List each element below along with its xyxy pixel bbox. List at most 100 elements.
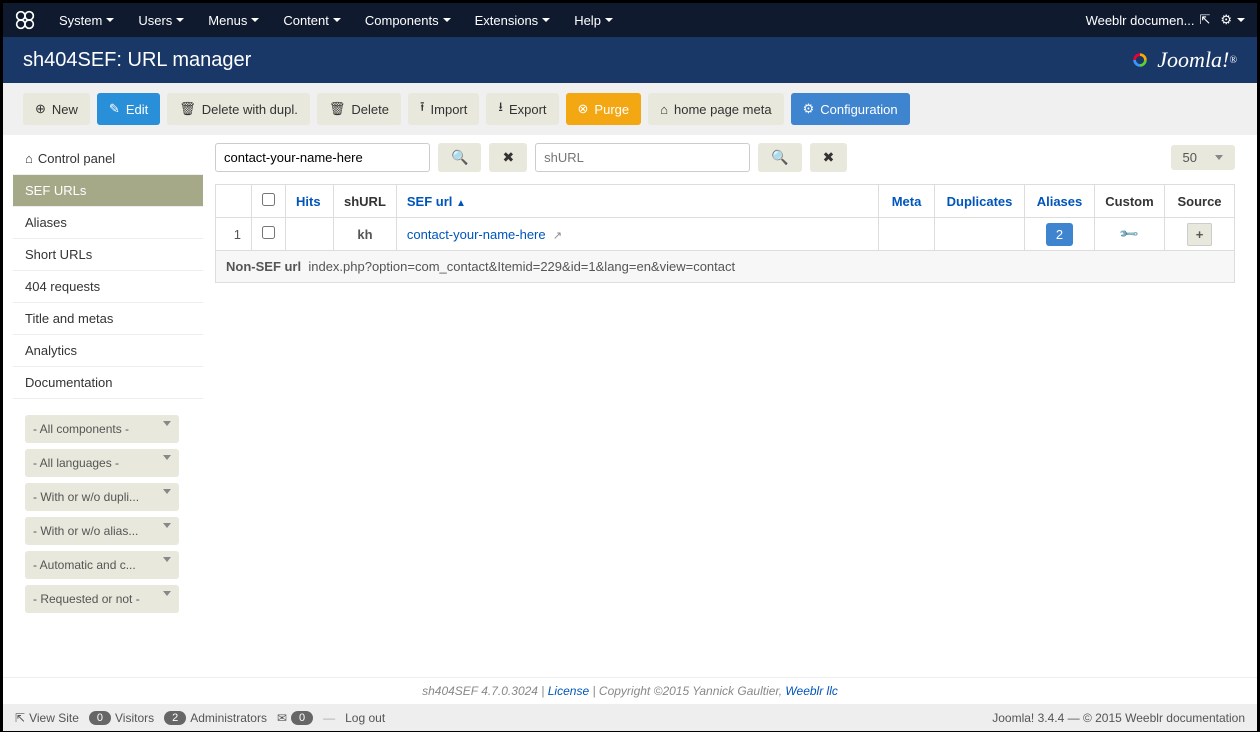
footer-version: sh404SEF 4.7.0.3024 | License | Copyrigh… [3, 677, 1257, 704]
filter-aliases[interactable]: - With or w/o alias... [25, 517, 179, 545]
messages-count[interactable]: ✉0 [277, 711, 313, 725]
search-sef-input[interactable] [215, 143, 430, 172]
row-meta [879, 218, 935, 251]
search-shurl-button[interactable]: 🔍 [758, 143, 801, 172]
joomla-brand: Joomla!® [1127, 47, 1237, 73]
view-site-link[interactable]: ⇱View Site [15, 711, 79, 725]
close-icon: ✖ [502, 149, 514, 165]
joomla-icon [15, 10, 35, 30]
close-icon: ✖ [823, 149, 835, 165]
sidebar-item-404[interactable]: 404 requests [13, 271, 203, 303]
clear-sef-button[interactable]: ✖ [489, 143, 527, 172]
caret-down-icon [1237, 18, 1245, 22]
plus-circle-icon: ⊕ [35, 101, 46, 117]
col-meta[interactable]: Meta [879, 185, 935, 218]
external-link-icon: ⇱ [15, 711, 25, 725]
purge-button[interactable]: ⊗Purge [566, 93, 642, 125]
col-duplicates[interactable]: Duplicates [935, 185, 1025, 218]
download-icon: ⭳ [498, 98, 503, 120]
external-link-icon: ⇱ [1199, 12, 1210, 28]
home-meta-button[interactable]: ⌂home page meta [648, 93, 783, 125]
sidebar-item-aliases[interactable]: Aliases [13, 207, 203, 239]
visitors-count[interactable]: 0Visitors [89, 711, 154, 725]
weeblr-link[interactable]: Weeblr llc [785, 684, 837, 698]
frontend-link[interactable]: Weeblr documen...⇱ [1086, 12, 1211, 28]
source-add-button[interactable]: + [1187, 223, 1213, 246]
clear-shurl-button[interactable]: ✖ [810, 143, 848, 172]
filter-duplicates[interactable]: - With or w/o dupli... [25, 483, 179, 511]
aliases-badge[interactable]: 2 [1046, 223, 1073, 246]
menu-system[interactable]: System [47, 5, 126, 36]
settings-dropdown[interactable]: ⚙ [1220, 12, 1245, 28]
row-shurl: kh [334, 218, 397, 251]
logout-link[interactable]: Log out [345, 711, 385, 725]
filter-languages[interactable]: - All languages - [25, 449, 179, 477]
admins-count[interactable]: 2Administrators [164, 711, 267, 725]
row-number: 1 [216, 218, 252, 251]
delete-dupl-button[interactable]: 🗑Delete with dupl. [167, 93, 310, 125]
select-all-checkbox[interactable] [262, 193, 275, 206]
filter-requested[interactable]: - Requested or not - [25, 585, 179, 613]
caret-down-icon [333, 18, 341, 22]
mail-icon: ✉ [277, 711, 287, 725]
col-sefurl[interactable]: SEF url ▲ [396, 185, 878, 218]
caret-down-icon [163, 489, 171, 494]
pencil-icon: ✎ [109, 101, 120, 117]
configuration-button[interactable]: ⚙Configuration [791, 93, 910, 125]
sidebar-item-control-panel[interactable]: ⌂Control panel [13, 143, 203, 175]
menu-users[interactable]: Users [126, 5, 196, 36]
col-source: Source [1165, 185, 1235, 218]
menu-content[interactable]: Content [271, 5, 353, 36]
sidebar-item-title-metas[interactable]: Title and metas [13, 303, 203, 335]
trash-icon: 🗑 [329, 101, 346, 117]
status-bar: ⇱View Site 0Visitors 2Administrators ✉0 … [3, 704, 1257, 731]
col-hits[interactable]: Hits [286, 185, 334, 218]
toolbar: ⊕New ✎Edit 🗑Delete with dupl. 🗑Delete ⭱I… [3, 83, 1257, 135]
search-icon: 🔍 [451, 149, 468, 165]
admin-topnav: System Users Menus Content Components Ex… [3, 3, 1257, 37]
nonsef-row: Non-SEF url index.php?option=com_contact… [216, 251, 1235, 283]
export-button[interactable]: ⭳Export [486, 93, 558, 125]
col-custom: Custom [1095, 185, 1165, 218]
caret-down-icon [163, 523, 171, 528]
sidebar: ⌂Control panel SEF URLs Aliases Short UR… [13, 135, 203, 667]
caret-down-icon [605, 18, 613, 22]
sidebar-item-sef-urls[interactable]: SEF URLs [13, 175, 203, 207]
menu-help[interactable]: Help [562, 5, 625, 36]
caret-down-icon [1215, 155, 1223, 160]
caret-down-icon [443, 18, 451, 22]
sidebar-item-analytics[interactable]: Analytics [13, 335, 203, 367]
page-title: sh404SEF: URL manager [23, 49, 251, 72]
page-header: sh404SEF: URL manager Joomla!® [3, 37, 1257, 83]
row-sefurl-link[interactable]: contact-your-name-here [407, 227, 546, 242]
import-button[interactable]: ⭱Import [408, 93, 479, 125]
new-button[interactable]: ⊕New [23, 93, 90, 125]
menu-extensions[interactable]: Extensions [463, 5, 563, 36]
search-shurl-input[interactable] [535, 143, 750, 172]
x-circle-icon: ⊗ [578, 101, 589, 117]
sidebar-item-short-urls[interactable]: Short URLs [13, 239, 203, 271]
filter-components[interactable]: - All components - [25, 415, 179, 443]
home-icon: ⌂ [660, 102, 668, 117]
caret-down-icon [251, 18, 259, 22]
edit-button[interactable]: ✎Edit [97, 93, 160, 125]
menu-menus[interactable]: Menus [196, 5, 271, 36]
search-sef-button[interactable]: 🔍 [438, 143, 481, 172]
search-icon: 🔍 [771, 149, 788, 165]
filter-automatic[interactable]: - Automatic and c... [25, 551, 179, 579]
col-aliases[interactable]: Aliases [1025, 185, 1095, 218]
col-shurl: shURL [334, 185, 397, 218]
page-size-select[interactable]: 50 [1171, 145, 1235, 170]
urls-table: Hits shURL SEF url ▲ Meta Duplicates Ali… [215, 184, 1235, 283]
row-checkbox[interactable] [262, 226, 275, 239]
external-link-icon[interactable]: ↗ [553, 230, 562, 242]
nonsef-label: Non-SEF url [226, 259, 301, 274]
menu-components[interactable]: Components [353, 5, 463, 36]
delete-button[interactable]: 🗑Delete [317, 93, 401, 125]
caret-down-icon [163, 591, 171, 596]
wrench-icon[interactable]: 🔧 [1118, 223, 1141, 246]
license-link[interactable]: License [548, 684, 589, 698]
joomla-logo-icon [1127, 47, 1153, 73]
caret-down-icon [163, 455, 171, 460]
sidebar-item-documentation[interactable]: Documentation [13, 367, 203, 399]
